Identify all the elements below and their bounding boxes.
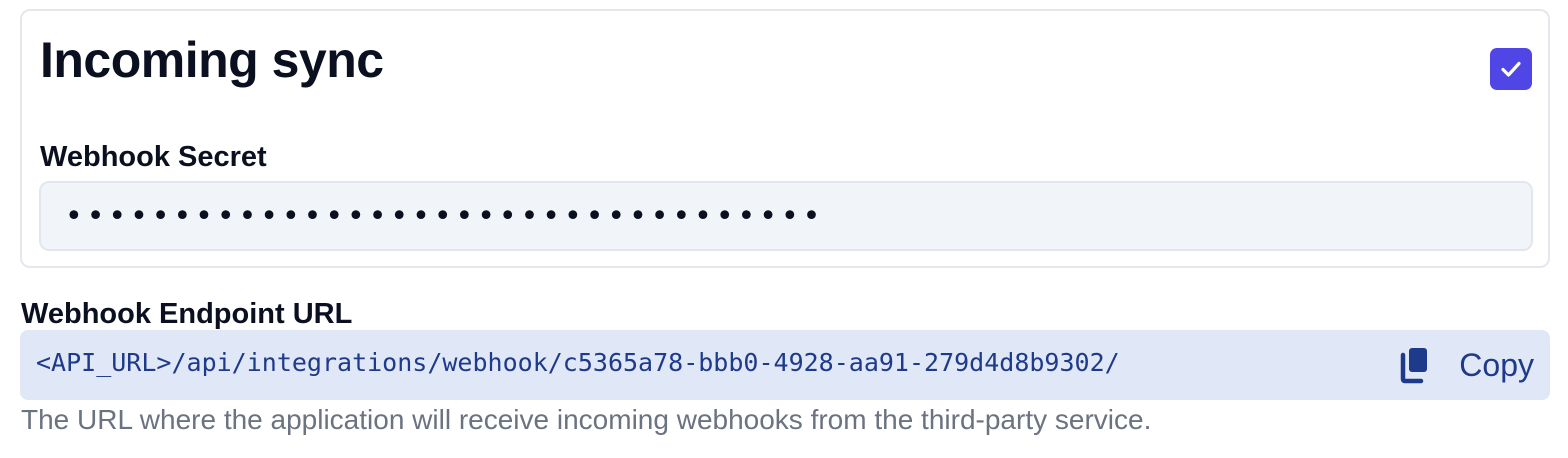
webhook-endpoint-label: Webhook Endpoint URL <box>21 298 353 330</box>
incoming-sync-title: Incoming sync <box>40 32 384 88</box>
webhook-endpoint-url[interactable]: <API_URL>/api/integrations/webhook/c5365… <box>36 348 1120 377</box>
incoming-sync-enabled-checkbox[interactable] <box>1490 48 1532 90</box>
incoming-sync-card: Incoming sync Webhook Secret <box>20 9 1550 268</box>
webhook-secret-label: Webhook Secret <box>40 141 267 173</box>
webhook-endpoint-box: <API_URL>/api/integrations/webhook/c5365… <box>20 330 1550 400</box>
checkmark-icon <box>1501 61 1521 77</box>
webhook-endpoint-help-text: The URL where the application will recei… <box>21 404 1152 435</box>
webhook-secret-input[interactable] <box>39 181 1533 251</box>
copy-button-label: Copy <box>1459 346 1534 383</box>
copy-button[interactable]: Copy <box>1397 340 1534 390</box>
copy-icon <box>1397 346 1431 384</box>
